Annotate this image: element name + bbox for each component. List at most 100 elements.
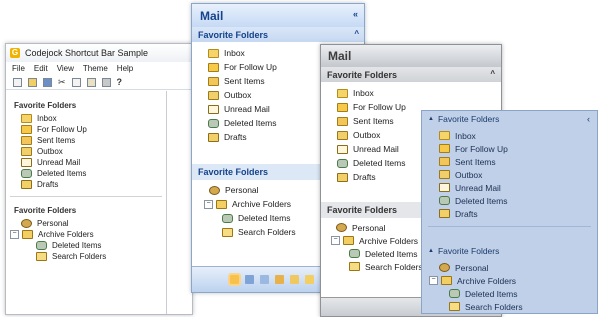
calendar-nav-icon[interactable] [245,275,254,284]
folder-for-follow-up[interactable]: For Follow Up [21,124,166,135]
tree-archive-folders[interactable]: − Archive Folders [429,274,597,287]
mail-title: Mail [328,49,352,63]
favorite-folders-header[interactable]: ▲ Favorite Folders ‹ [422,111,597,127]
sent-items-icon [439,157,450,166]
outbox-icon [337,130,348,140]
sent-items-icon [208,76,219,86]
new-icon[interactable] [13,77,22,87]
open-icon[interactable] [28,77,37,87]
codejock-window: G Codejock Shortcut Bar Sample File Edit… [5,43,193,315]
search-folders-icon [349,262,360,271]
archive-icon [22,230,33,239]
folder-inbox[interactable]: Inbox [337,86,501,100]
archive-icon [343,236,354,245]
folder-unread-mail[interactable]: Unread Mail [21,157,166,168]
deleted-items-icon [36,241,47,250]
folder-inbox[interactable]: Inbox [21,113,166,124]
search-folders-icon [36,252,47,261]
folder-for-follow-up[interactable]: For Follow Up [439,142,597,155]
menu-file[interactable]: File [12,64,25,73]
cut-icon[interactable]: ✂ [58,77,66,88]
drafts-icon [337,172,348,182]
deleted-items-icon [349,249,360,258]
folder-tree: Personal − Archive Folders Deleted Items … [422,259,597,313]
folder-sent-items[interactable]: Sent Items [21,135,166,146]
menu-help[interactable]: Help [117,64,133,73]
drafts-icon [439,209,450,218]
follow-up-icon [337,102,348,112]
deleted-items-icon [439,196,450,205]
follow-up-icon [208,62,219,72]
favorite-folders-header[interactable]: Favorite Folders ^ [321,67,501,82]
unread-mail-icon [439,183,450,192]
mail-nav-icon[interactable] [228,273,241,286]
tree-archive-folders[interactable]: − Archive Folders [10,229,166,240]
outbox-icon [439,170,450,179]
personal-icon [209,185,220,195]
save-icon[interactable] [43,77,52,87]
follow-up-icon [21,125,32,134]
tasks-nav-icon[interactable] [275,275,284,284]
inbox-icon [337,88,348,98]
shortcut-content: Favorite Folders Inbox For Follow Up Sen… [6,91,192,314]
expand-triangle-icon[interactable]: ▲ [428,248,434,254]
window-title: Codejock Shortcut Bar Sample [25,48,149,58]
chevron-left-icon[interactable]: ‹ [587,114,590,124]
menu-edit[interactable]: Edit [34,64,48,73]
tree-collapse-icon[interactable]: − [331,236,340,245]
contacts-nav-icon[interactable] [260,275,269,284]
folder-sent-items[interactable]: Sent Items [439,155,597,168]
folder-deleted-items[interactable]: Deleted Items [439,194,597,207]
paste-icon[interactable] [86,77,96,87]
expand-triangle-icon[interactable]: ▲ [428,116,434,122]
archive-icon [216,199,227,209]
divider [428,226,591,227]
tree-collapse-icon[interactable]: − [10,230,19,239]
app-icon: G [10,48,20,58]
tree-search-folders[interactable]: Search Folders [10,251,166,262]
personal-icon [439,263,450,272]
follow-up-icon [439,144,450,153]
copy-icon[interactable] [71,77,81,87]
tree-search-folders[interactable]: Search Folders [429,300,597,313]
collapse-icon[interactable]: « [353,9,358,19]
favorite-folders-header[interactable]: Favorite Folders ^ [192,27,364,42]
tree-personal[interactable]: Personal [429,261,597,274]
title-bar: G Codejock Shortcut Bar Sample [6,44,192,62]
menu-theme[interactable]: Theme [83,64,108,73]
folder-pane: Favorite Folders Inbox For Follow Up Sen… [6,91,166,314]
folder-drafts[interactable]: Drafts [439,207,597,220]
tree-personal[interactable]: Personal [21,218,166,229]
folders-nav-icon[interactable] [305,275,314,284]
folder-outbox[interactable]: Outbox [21,146,166,157]
folder-inbox[interactable]: Inbox [439,129,597,142]
help-icon[interactable]: ? [117,77,123,87]
search-folders-icon [222,227,233,237]
personal-icon [21,219,32,228]
menu-view[interactable]: View [57,64,74,73]
tree-deleted-items[interactable]: Deleted Items [429,287,597,300]
folder-unread-mail[interactable]: Unread Mail [439,181,597,194]
favorite-folders-header-2[interactable]: ▲ Favorite Folders [422,243,597,259]
chevron-up-icon[interactable]: ^ [354,29,359,38]
tree-deleted-items[interactable]: Deleted Items [10,240,166,251]
tree-collapse-icon[interactable]: − [429,276,438,285]
inbox-icon [21,114,32,123]
toolbar: ✂ ? [6,75,192,90]
inbox-icon [208,48,219,58]
search-folders-icon [449,302,460,311]
print-icon[interactable] [101,77,111,87]
main-pane [166,91,192,314]
folder-deleted-items[interactable]: Deleted Items [21,168,166,179]
folder-drafts[interactable]: Drafts [21,179,166,190]
drafts-icon [208,132,219,142]
unread-mail-icon [337,144,348,154]
chevron-up-icon[interactable]: ^ [490,69,495,78]
folder-tree: Personal [6,218,166,229]
favorite-folders-header[interactable]: Favorite Folders [6,91,166,113]
tree-collapse-icon[interactable]: − [204,199,213,209]
notes-nav-icon[interactable] [290,275,299,284]
folder-outbox[interactable]: Outbox [439,168,597,181]
mail-title: Mail [200,8,224,23]
favorite-folders-header-2[interactable]: Favorite Folders [6,197,166,218]
